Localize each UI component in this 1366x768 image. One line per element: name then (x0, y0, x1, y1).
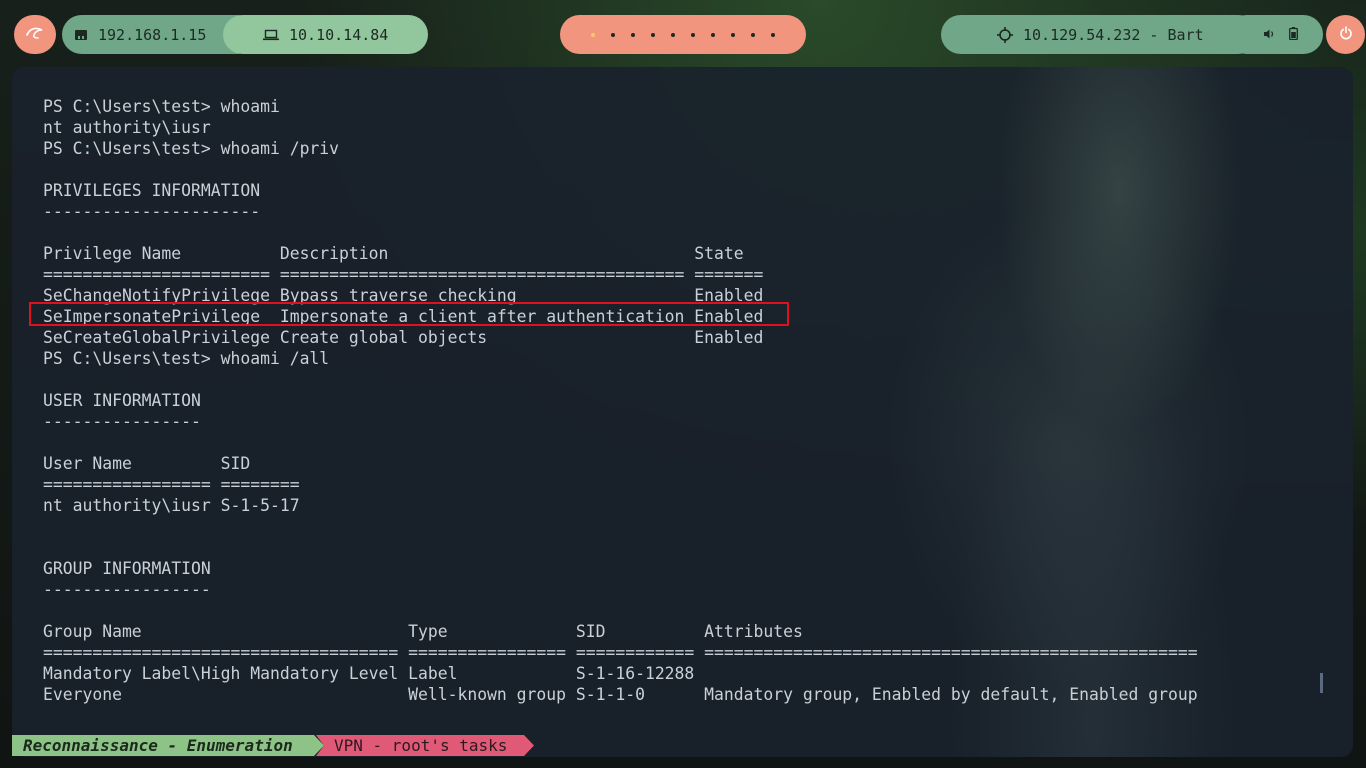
terminal-line: PS C:\Users\test> whoami (43, 97, 280, 116)
laptop-icon (263, 29, 279, 41)
workspace-dot[interactable] (751, 32, 755, 37)
workspace-dot[interactable] (611, 32, 615, 37)
tab-reconnaissance[interactable]: Reconnaissance - Enumeration (12, 735, 324, 756)
kali-dragon-icon (26, 26, 44, 44)
terminal-line: ==================================== ===… (43, 643, 1198, 662)
terminal-line: Mandatory Label\High Mandatory Level Lab… (43, 664, 695, 683)
workspace-dot[interactable] (711, 32, 715, 37)
terminal-line: ---------------------- (43, 202, 261, 221)
terminal-window[interactable]: PS C:\Users\test> whoami nt authority\ius… (12, 67, 1353, 757)
terminal-line: PRIVILEGES INFORMATION (43, 181, 261, 200)
terminal-line: PS C:\Users\test> whoami /priv (43, 139, 340, 158)
target-label: 10.129.54.232 - Bart (1023, 25, 1204, 44)
workspace-dot[interactable] (591, 32, 595, 37)
terminal-line: PS C:\Users\test> whoami /all (43, 349, 330, 368)
workspace-dot[interactable] (691, 32, 695, 37)
power-icon (1339, 25, 1353, 44)
workspace-switcher[interactable] (560, 15, 806, 54)
start-menu-button[interactable] (14, 15, 56, 54)
crosshair-icon (997, 26, 1013, 43)
workspace-dot[interactable] (651, 32, 655, 37)
terminal-line: GROUP INFORMATION (43, 559, 211, 578)
ethernet-icon (74, 28, 88, 42)
terminal-line: ---------------- (43, 412, 201, 431)
terminal-line: Privilege Name Description State (43, 244, 744, 263)
workspace-dot[interactable] (631, 32, 635, 37)
terminal-line: Group Name Type SID Attributes (43, 622, 803, 641)
volume-icon[interactable] (1263, 26, 1275, 44)
tab-vpn[interactable]: VPN - root's tasks (316, 735, 534, 756)
terminal-output: PS C:\Users\test> whoami nt authority\ius… (43, 96, 1198, 705)
workspace-dot[interactable] (731, 32, 735, 37)
terminal-line: SeCreateGlobalPrivilege Create global ob… (43, 328, 764, 347)
target-widget[interactable]: 10.129.54.232 - Bart (941, 15, 1258, 54)
local-ip-label: 192.168.1.15 (98, 25, 207, 44)
scrollbar[interactable] (1320, 673, 1323, 693)
terminal-line: ================= ======== (43, 475, 300, 494)
terminal-line: nt authority\iusr (43, 118, 211, 137)
terminal-line: ======================= ================… (43, 265, 764, 284)
terminal-line: USER INFORMATION (43, 391, 201, 410)
workspace-dot[interactable] (671, 32, 675, 37)
terminal-line: Everyone Well-known group S-1-1-0 Mandat… (43, 685, 1198, 704)
battery-icon[interactable] (1289, 26, 1298, 44)
workspace-dot[interactable] (771, 32, 775, 37)
vpn-ip-label: 10.10.14.84 (289, 25, 389, 44)
terminal-line: ----------------- (43, 580, 211, 599)
terminal-line: nt authority\iusr S-1-5-17 (43, 496, 300, 515)
terminal-line: User Name SID (43, 454, 251, 473)
seimpersonate-highlight-box (29, 302, 789, 326)
vpn-ip-widget[interactable]: 10.10.14.84 (223, 15, 428, 54)
top-status-bar: 192.168.1.15 10.10.14.84 10.129.54.232 -… (0, 0, 1366, 68)
power-button[interactable] (1326, 15, 1365, 54)
